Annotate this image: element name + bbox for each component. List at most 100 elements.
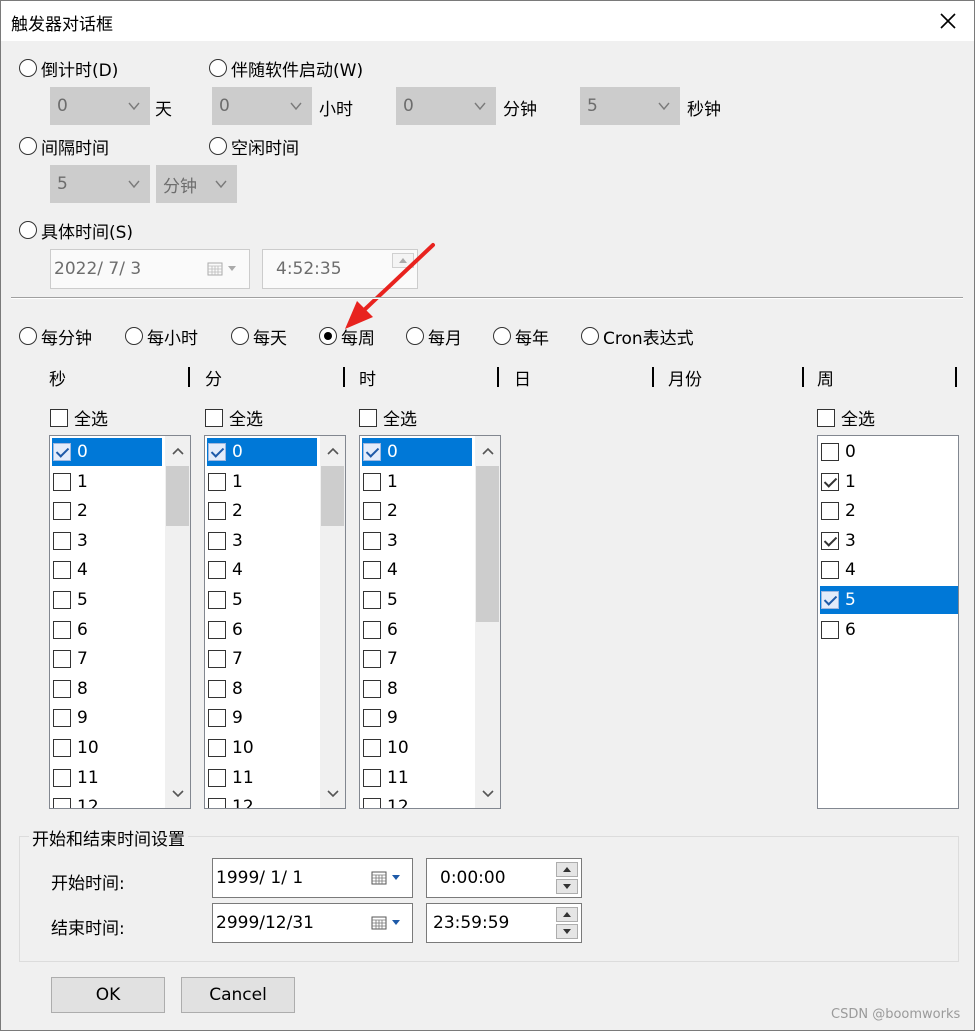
list-item[interactable]: 5 [362,586,472,614]
week-select-all-checkbox[interactable] [817,408,835,427]
radio-every-minute[interactable]: 每分钟 [19,325,92,349]
list-item-checkbox[interactable] [53,709,71,728]
list-item[interactable]: 1 [52,468,162,496]
list-item-checkbox[interactable] [363,768,381,787]
list-item-checkbox[interactable] [363,620,381,639]
list-item-checkbox[interactable] [53,502,71,521]
list-item-checkbox[interactable] [821,502,839,521]
list-item-checkbox[interactable] [53,443,71,461]
hours-select-all-checkbox[interactable] [359,408,377,427]
minutes-select-all-checkbox[interactable] [205,408,223,427]
list-item[interactable]: 11 [52,764,162,792]
start-time-spinner[interactable] [556,862,578,894]
list-item-checkbox[interactable] [53,679,71,698]
list-item[interactable]: 10 [52,734,162,762]
hours-listbox[interactable]: 0 1 2 3 4 5 6 7 8 9 10 11 12 [359,435,501,809]
list-item[interactable]: 7 [52,645,162,673]
list-item-checkbox[interactable] [208,531,226,550]
list-item[interactable]: 2 [362,497,472,525]
list-item-checkbox[interactable] [208,591,226,609]
ok-button[interactable]: OK [51,977,165,1013]
list-item-checkbox[interactable] [208,561,226,580]
list-item[interactable]: 10 [207,734,317,762]
list-item[interactable]: 8 [362,675,472,703]
list-item-checkbox[interactable] [363,591,381,609]
list-item[interactable]: 4 [362,556,472,584]
list-item[interactable]: 11 [362,764,472,792]
list-item[interactable]: 5 [52,586,162,614]
start-date-picker[interactable]: 1999/ 1/ 1 [212,858,413,898]
list-item-checkbox[interactable] [208,768,226,787]
list-item-checkbox[interactable] [208,679,226,698]
week-select-all[interactable]: 全选 [817,405,875,430]
spin-up-button[interactable] [556,862,578,877]
list-item-checkbox[interactable] [53,561,71,580]
interval-value-combo[interactable]: 5 [50,165,150,203]
vertical-scrollbar[interactable] [165,436,190,808]
list-item[interactable]: 3 [362,527,472,555]
list-item[interactable]: 12 [52,793,162,808]
scroll-up-button[interactable] [475,438,500,464]
countdown-hours-combo[interactable]: 0 [212,87,312,125]
list-item-checkbox[interactable] [821,561,839,580]
list-item[interactable]: 0 [820,438,958,466]
radio-specific-time[interactable]: 具体时间(S) [19,219,133,243]
list-item[interactable]: 9 [52,704,162,732]
list-item-checkbox[interactable] [53,620,71,639]
list-item-checkbox[interactable] [53,768,71,787]
list-item-checkbox[interactable] [363,443,381,461]
list-item-checkbox[interactable] [53,739,71,757]
radio-every-day[interactable]: 每天 [231,325,287,349]
list-item-checkbox[interactable] [363,472,381,491]
cancel-button[interactable]: Cancel [181,977,295,1013]
scroll-up-button[interactable] [165,438,190,464]
list-item-checkbox[interactable] [208,472,226,491]
radio-every-hour[interactable]: 每小时 [125,325,198,349]
list-item-checkbox[interactable] [208,709,226,728]
countdown-minutes-combo[interactable]: 0 [396,87,496,125]
list-item[interactable]: 2 [52,497,162,525]
list-item-checkbox[interactable] [363,679,381,698]
list-item[interactable]: 12 [207,793,317,808]
seconds-select-all-checkbox[interactable] [50,408,68,427]
list-item-checkbox[interactable] [363,739,381,757]
list-item-checkbox[interactable] [53,650,71,669]
list-item[interactable]: 1 [362,468,472,496]
scroll-thumb[interactable] [476,466,499,622]
list-item[interactable]: 6 [362,616,472,644]
list-item[interactable]: 4 [820,556,958,584]
list-item-checkbox[interactable] [208,798,226,808]
list-item[interactable]: 3 [820,527,958,555]
close-button[interactable] [926,3,970,39]
list-item[interactable]: 10 [362,734,472,762]
list-item-checkbox[interactable] [821,531,839,550]
list-item[interactable]: 7 [362,645,472,673]
list-item[interactable]: 2 [820,497,958,525]
interval-unit-combo[interactable]: 分钟 [156,165,237,203]
countdown-seconds-combo[interactable]: 5 [580,87,680,125]
spin-down-button[interactable] [556,924,578,939]
list-item-checkbox[interactable] [53,798,71,808]
list-item-checkbox[interactable] [363,502,381,521]
list-item-checkbox[interactable] [208,502,226,521]
list-item[interactable]: 8 [52,675,162,703]
list-item-checkbox[interactable] [53,591,71,609]
spin-up-button[interactable] [556,907,578,922]
list-item-checkbox[interactable] [208,620,226,639]
list-item[interactable]: 6 [52,616,162,644]
spin-down-button[interactable] [556,879,578,894]
vertical-scrollbar[interactable] [320,436,345,808]
list-item-checkbox[interactable] [363,650,381,669]
seconds-select-all[interactable]: 全选 [50,405,108,430]
list-item[interactable]: 3 [52,527,162,555]
list-item-checkbox[interactable] [821,591,839,609]
list-item[interactable]: 9 [362,704,472,732]
list-item[interactable]: 4 [52,556,162,584]
end-time-spinner[interactable] [556,907,578,939]
list-item-checkbox[interactable] [821,443,839,461]
list-item-checkbox[interactable] [208,443,226,461]
hours-select-all[interactable]: 全选 [359,405,417,430]
list-item-checkbox[interactable] [208,739,226,757]
list-item[interactable]: 12 [362,793,472,808]
start-time-picker[interactable]: 0:00:00 [426,858,582,898]
